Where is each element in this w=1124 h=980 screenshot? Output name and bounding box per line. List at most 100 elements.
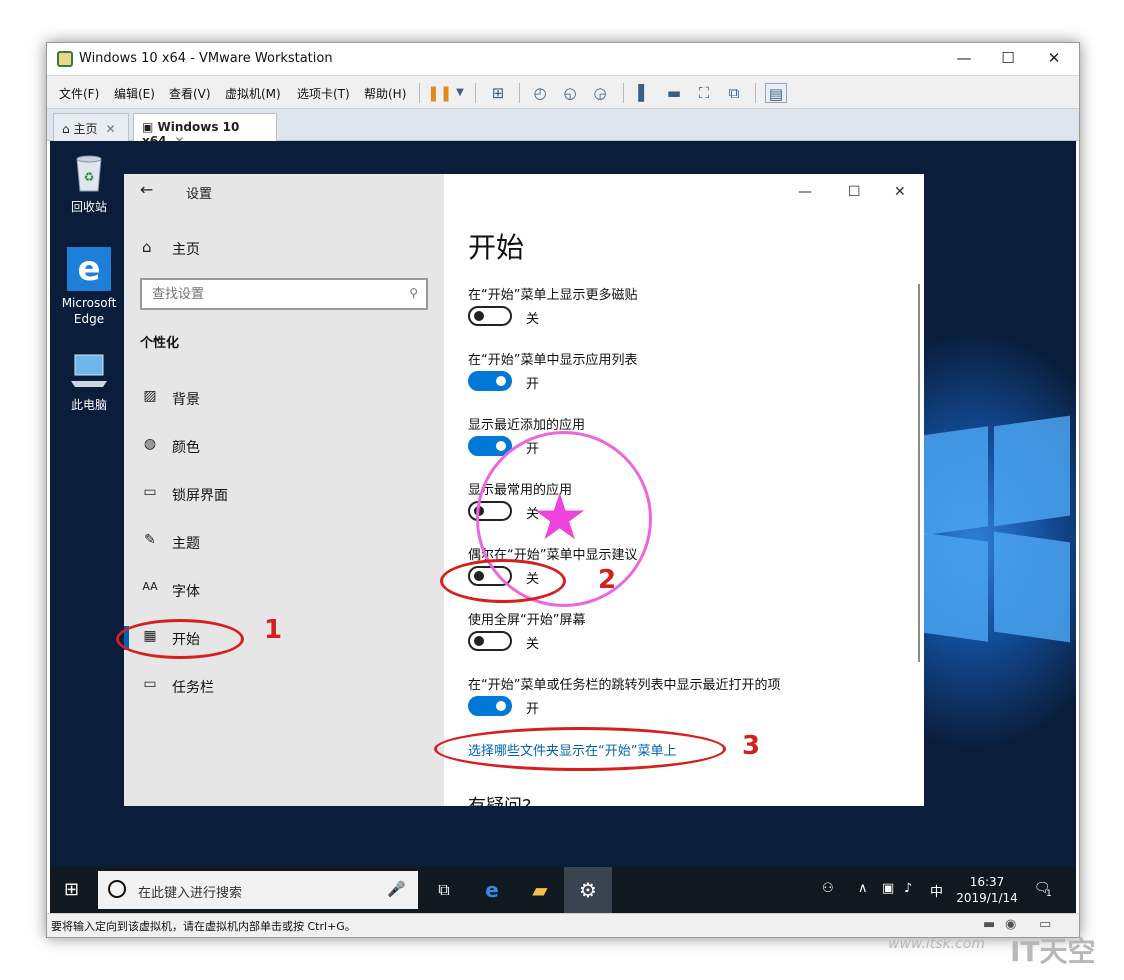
vmware-window: Windows 10 x64 - VMware Workstation — ☐ …	[46, 42, 1080, 938]
page-title: 开始	[468, 231, 525, 264]
recycle-bin-icon: ♻	[67, 151, 111, 195]
send-keys-icon[interactable]: ⊞	[487, 83, 509, 103]
settings-search-input[interactable]	[142, 280, 382, 308]
settings-gear-icon[interactable]: ⚙	[564, 867, 612, 913]
nav-item-taskbar[interactable]: ▭ 任务栏	[124, 668, 444, 704]
menu-help[interactable]: 帮助(H)	[364, 85, 406, 102]
close-button[interactable]: ✕	[1039, 49, 1069, 67]
nav-item-background[interactable]: ▨ 背景	[124, 380, 444, 416]
tab-vm[interactable]: ▣ Windows 10 x64✕	[133, 113, 277, 148]
unity-icon[interactable]: ⧉	[723, 83, 745, 103]
nav-label: 背景	[172, 392, 200, 408]
toggle-switch[interactable]	[468, 696, 512, 716]
option-jump-list: 在“开始”菜单或任务栏的跳转列表中显示最近打开的项 开	[468, 674, 908, 717]
option-label: 在“开始”菜单上显示更多磁贴	[468, 288, 638, 303]
home-icon[interactable]: ⌂	[142, 238, 152, 256]
microphone-icon[interactable]: 🎤	[387, 880, 406, 898]
recycle-bin-shortcut[interactable]: ♻ 回收站	[54, 151, 124, 215]
settings-minimize-button[interactable]: —	[798, 184, 812, 200]
settings-search-box[interactable]: ⚲	[140, 278, 428, 310]
menu-vm[interactable]: 虚拟机(M)	[225, 85, 281, 102]
status-bar: 要将输入定向到该虚拟机，请在虚拟机内部单击或按 Ctrl+G。 ▬ ◉ ▭	[47, 913, 1079, 937]
fullscreen-icon[interactable]: ⛶	[693, 83, 715, 103]
snapshot-manager-icon[interactable]: ◶	[589, 83, 611, 103]
toggle-state: 关	[526, 637, 540, 652]
notification-count: 1	[1046, 889, 1052, 899]
taskbar-search[interactable]: 在此键入进行搜索 🎤	[98, 871, 418, 909]
scrollbar[interactable]	[918, 284, 920, 662]
option-label: 使用全屏“开始”屏幕	[468, 613, 586, 628]
settings-maximize-button[interactable]: ☐	[848, 184, 861, 200]
windows-start-icon[interactable]: ⊞	[64, 879, 79, 900]
home-icon: ⌂	[62, 122, 70, 136]
pause-icon[interactable]: ❚❚	[427, 83, 452, 103]
minimize-button[interactable]: —	[949, 49, 979, 67]
cortana-icon	[108, 880, 126, 898]
volume-icon[interactable]: ♪	[904, 881, 912, 896]
device-status-icon[interactable]: ▬	[983, 917, 995, 932]
toolbar-separator	[519, 83, 520, 103]
nav-label: 主题	[172, 536, 200, 552]
window-title: Windows 10 x64 - VMware Workstation	[79, 51, 333, 66]
category-heading: 个性化	[140, 336, 180, 351]
toggle-switch[interactable]	[468, 371, 512, 391]
taskbar-clock[interactable]: 16:37 2019/1/14	[952, 874, 1022, 906]
console-view-icon[interactable]: ▬	[663, 83, 685, 103]
network-icon[interactable]: ▣	[882, 881, 894, 896]
dropdown-arrow-icon[interactable]: ▼	[449, 83, 471, 103]
menu-edit[interactable]: 编辑(E)	[114, 85, 155, 102]
toolbar-separator	[623, 83, 624, 103]
toggle-state: 开	[526, 702, 540, 717]
back-arrow-icon[interactable]: ←	[140, 180, 153, 199]
sidebar-view-icon[interactable]: ▌	[633, 83, 655, 103]
snapshot-icon[interactable]: ◴	[529, 83, 551, 103]
annotation-number: 2	[598, 565, 617, 595]
menu-file[interactable]: 文件(F)	[59, 85, 99, 102]
nav-item-themes[interactable]: ✎ 主题	[124, 524, 444, 560]
settings-close-button[interactable]: ✕	[894, 184, 906, 200]
library-view-icon[interactable]: ▤	[765, 83, 787, 103]
settings-home-link[interactable]: 主页	[172, 239, 200, 259]
toggle-switch[interactable]	[468, 631, 512, 651]
people-icon[interactable]: ⚇	[822, 881, 834, 896]
toolbar-separator	[419, 83, 420, 103]
nav-label: 任务栏	[172, 680, 214, 696]
maximize-button[interactable]: ☐	[993, 49, 1023, 67]
annotation-circle	[116, 619, 244, 659]
settings-sidebar: ← 设置 ⌂ 主页 ⚲ 个性化 ▨ 背景 ◍ 颜色 ▭	[124, 174, 444, 806]
search-icon: ⚲	[409, 286, 418, 300]
this-pc-shortcut[interactable]: 此电脑	[54, 349, 124, 413]
font-icon: AA	[142, 580, 158, 593]
edge-shortcut[interactable]: e Microsoft Edge	[54, 247, 124, 327]
ime-indicator[interactable]: 中	[930, 881, 943, 900]
toggle-switch[interactable]	[468, 306, 512, 326]
taskbar: ⊞ 在此键入进行搜索 🎤 ⧉ e ▰ ⚙ ⚇ ∧ ▣ ♪ 中 16:37 201…	[50, 867, 1076, 913]
star-icon: ★	[531, 481, 589, 555]
edge-taskbar-icon[interactable]: e	[468, 867, 516, 913]
tab-close-icon[interactable]: ✕	[105, 122, 115, 136]
task-view-icon[interactable]: ⧉	[420, 867, 468, 913]
file-explorer-icon[interactable]: ▰	[516, 867, 564, 913]
faq-heading: 有疑问?	[468, 792, 532, 806]
chevron-up-icon[interactable]: ∧	[858, 881, 868, 896]
clock-date: 2019/1/14	[956, 891, 1018, 905]
status-message: 要将输入定向到该虚拟机，请在虚拟机内部单击或按 Ctrl+G。	[51, 920, 356, 933]
toolbar-separator	[475, 83, 476, 103]
revert-snapshot-icon[interactable]: ◵	[559, 83, 581, 103]
taskbar-search-placeholder: 在此键入进行搜索	[138, 886, 243, 901]
tab-home[interactable]: ⌂ 主页 ✕	[53, 113, 129, 141]
nav-item-lockscreen[interactable]: ▭ 锁屏界面	[124, 476, 444, 512]
nav-label: 锁屏界面	[172, 488, 228, 504]
computer-icon	[67, 349, 111, 393]
watermark-logo: IT天空	[1010, 935, 1096, 968]
this-pc-label: 此电脑	[70, 398, 107, 412]
guest-desktop[interactable]: ♻ 回收站 e Microsoft Edge 此电脑 ← 设置 ⌂ 主页 ⚲	[50, 141, 1076, 913]
option-app-list: 在“开始”菜单中显示应用列表 开	[468, 349, 908, 392]
menu-tabs[interactable]: 选项卡(T)	[297, 85, 350, 102]
nav-item-colors[interactable]: ◍ 颜色	[124, 428, 444, 464]
nav-item-fonts[interactable]: AA 字体	[124, 572, 444, 608]
menu-view[interactable]: 查看(V)	[169, 85, 211, 102]
toggle-state: 关	[526, 312, 540, 327]
option-label: 显示最近添加的应用	[468, 418, 586, 433]
tab-home-label: 主页	[73, 122, 98, 136]
